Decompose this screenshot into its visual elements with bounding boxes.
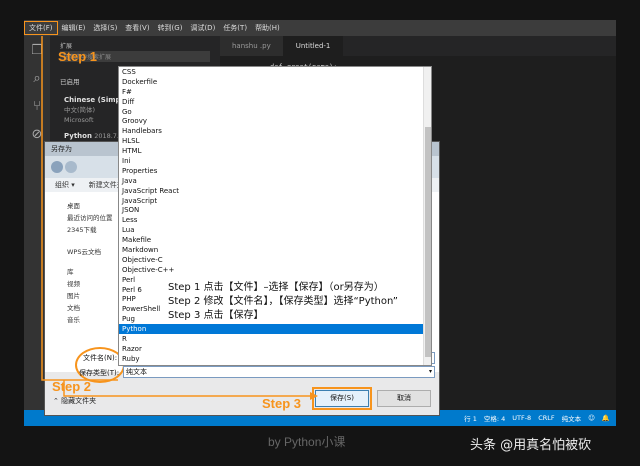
note-step3: Step 3 点击【保存】 xyxy=(168,310,264,321)
instruction-notes: Step 1 点击【文件】–选择【保存】（or另存为） Step 2 修改【文件… xyxy=(168,281,398,323)
annotation-arrows xyxy=(41,36,318,400)
step2-label: Step 2 xyxy=(52,379,92,394)
step1-label: Step 1 xyxy=(58,49,98,64)
author-byline: 头条 @用真名怕被砍 xyxy=(470,438,592,453)
step3-arrowhead xyxy=(310,392,318,400)
step3-arrow-line xyxy=(63,380,310,397)
note-step1: Step 1 点击【文件】–选择【保存】（or另存为） xyxy=(168,282,384,293)
watermark: by Python小课 xyxy=(268,435,346,449)
note-step2: Step 2 修改【文件名】，【保存类型】选择“Python” xyxy=(168,296,398,307)
step3-label: Step 3 xyxy=(262,396,302,411)
step1-arrow-line xyxy=(41,36,118,381)
